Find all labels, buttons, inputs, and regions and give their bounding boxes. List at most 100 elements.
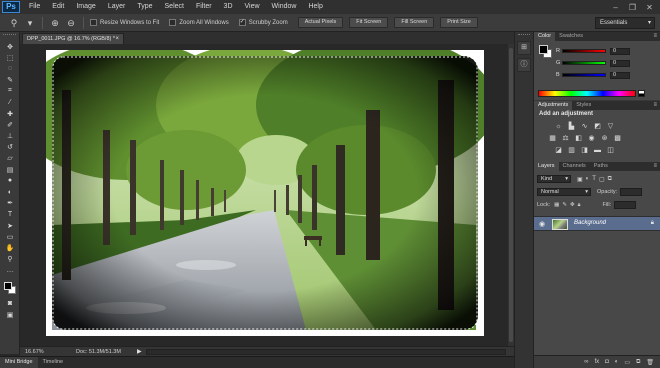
screen-mode-icon[interactable]: ▣ bbox=[0, 309, 20, 320]
photo-filter-icon[interactable]: ◉ bbox=[587, 134, 596, 143]
menu-edit[interactable]: Edit bbox=[46, 0, 70, 14]
adjustment-filter-icon[interactable]: ◐ bbox=[586, 176, 590, 183]
new-layer-icon[interactable]: ⧉ bbox=[636, 359, 640, 366]
eyedropper-tool-icon[interactable]: ⁄ bbox=[0, 97, 20, 108]
zoom-tool-icon[interactable]: ⚲ bbox=[8, 17, 20, 29]
slider-value[interactable]: 0 bbox=[610, 47, 630, 55]
tab-styles[interactable]: Styles bbox=[572, 101, 595, 110]
threshold-icon[interactable]: ◨ bbox=[580, 146, 589, 155]
panel-menu-icon[interactable]: ≡ bbox=[653, 101, 660, 110]
fill-screen-button[interactable]: Fill Screen bbox=[394, 17, 435, 28]
slider-track[interactable] bbox=[562, 73, 606, 77]
vibrance-icon[interactable]: ▽ bbox=[606, 122, 615, 131]
checkmark-icon[interactable]: ✓ bbox=[238, 19, 246, 26]
lock-all-icon[interactable]: 🔒︎ bbox=[578, 202, 581, 209]
filter-kind-select[interactable]: Kind ▾ bbox=[537, 175, 571, 183]
dodge-tool-icon[interactable]: ◐ bbox=[0, 186, 20, 197]
layer-row-background[interactable]: ◉ Background 🔒︎ bbox=[534, 216, 660, 231]
scrollbar-thumb[interactable] bbox=[509, 48, 513, 342]
panel-menu-icon[interactable]: ≡ bbox=[653, 32, 660, 41]
panel-menu-icon[interactable]: ≡ bbox=[653, 162, 660, 171]
layer-style-icon[interactable]: fx bbox=[594, 359, 599, 365]
healing-brush-icon[interactable]: ✚ bbox=[0, 108, 20, 119]
checkbox-box[interactable] bbox=[169, 19, 177, 26]
blend-mode-select[interactable]: Normal ▾ bbox=[537, 188, 591, 196]
slider-track[interactable] bbox=[562, 49, 606, 53]
hand-tool-icon[interactable]: ✋ bbox=[0, 242, 20, 253]
tab-swatches[interactable]: Swatches bbox=[555, 32, 587, 41]
more-tools-icon[interactable]: … bbox=[0, 265, 20, 276]
black-white-ramp[interactable] bbox=[638, 90, 645, 97]
panel-grip[interactable] bbox=[518, 34, 530, 38]
chevron-down-icon[interactable]: ▾ bbox=[24, 17, 36, 29]
smart-object-filter-icon[interactable]: ⧉ bbox=[608, 176, 612, 183]
tab-paths[interactable]: Paths bbox=[590, 162, 612, 171]
move-tool-icon[interactable]: ✥ bbox=[0, 41, 20, 52]
invert-icon[interactable]: ◪ bbox=[554, 146, 563, 155]
slider-green[interactable]: G 0 bbox=[556, 59, 656, 67]
blur-tool-icon[interactable]: ● bbox=[0, 175, 20, 186]
lock-position-icon[interactable]: ✥ bbox=[570, 202, 575, 208]
type-filter-icon[interactable]: T bbox=[592, 176, 596, 183]
link-layers-icon[interactable]: ∞ bbox=[584, 359, 588, 365]
zoom-out-icon[interactable]: ⊖ bbox=[65, 17, 77, 29]
status-menu-arrow-icon[interactable]: ▶ bbox=[137, 348, 142, 355]
history-brush-icon[interactable]: ↺ bbox=[0, 142, 20, 153]
curves-icon[interactable]: ∿ bbox=[580, 122, 589, 131]
menu-filter[interactable]: Filter bbox=[190, 0, 218, 14]
color-swatches[interactable] bbox=[0, 280, 20, 298]
fill-field[interactable] bbox=[614, 201, 637, 209]
fit-screen-button[interactable]: Fit Screen bbox=[349, 17, 389, 28]
tab-adjustments[interactable]: Adjustments bbox=[534, 101, 573, 110]
zoom-in-icon[interactable]: ⊕ bbox=[49, 17, 61, 29]
color-lookup-icon[interactable]: ▩ bbox=[613, 134, 622, 143]
pixel-filter-icon[interactable]: ▣ bbox=[577, 176, 583, 183]
menu-select[interactable]: Select bbox=[159, 0, 190, 14]
zoom-tool-icon[interactable]: ⚲ bbox=[0, 254, 20, 265]
lasso-tool-icon[interactable]: ◌ bbox=[0, 63, 20, 74]
menu-help[interactable]: Help bbox=[302, 0, 328, 14]
document-canvas[interactable] bbox=[46, 50, 484, 336]
delete-layer-icon[interactable]: 🗑︎ bbox=[646, 359, 654, 366]
slider-value[interactable]: 0 bbox=[610, 59, 630, 67]
resize-windows-checkbox[interactable]: Resize Windows to Fit bbox=[90, 19, 159, 26]
posterize-icon[interactable]: ▥ bbox=[567, 146, 576, 155]
layer-name[interactable]: Background bbox=[574, 220, 606, 226]
color-spectrum-ramp[interactable] bbox=[538, 90, 636, 97]
canvas-area[interactable] bbox=[20, 44, 514, 346]
slider-value[interactable]: 0 bbox=[610, 71, 630, 79]
zoom-all-windows-checkbox[interactable]: Zoom All Windows bbox=[169, 19, 229, 26]
slider-track[interactable] bbox=[562, 61, 606, 65]
crop-tool-icon[interactable]: ⌗ bbox=[0, 86, 20, 97]
exposure-icon[interactable]: ◩ bbox=[593, 122, 602, 131]
channel-mixer-icon[interactable]: ⊛ bbox=[600, 134, 609, 143]
type-tool-icon[interactable]: T bbox=[0, 209, 20, 220]
shape-filter-icon[interactable]: ▢ bbox=[599, 176, 605, 183]
new-group-icon[interactable]: ▭ bbox=[624, 359, 630, 366]
eye-icon[interactable]: ◉ bbox=[539, 220, 545, 228]
quick-mask-icon[interactable]: ◙ bbox=[0, 298, 20, 309]
history-panel-icon[interactable]: ⊞ bbox=[517, 41, 531, 55]
clone-stamp-icon[interactable]: ⊥ bbox=[0, 131, 20, 142]
foreground-color-swatch[interactable] bbox=[4, 281, 12, 290]
menu-type[interactable]: Type bbox=[131, 0, 158, 14]
new-adjustment-icon[interactable]: ◐ bbox=[615, 359, 619, 365]
menu-3d[interactable]: 3D bbox=[218, 0, 239, 14]
restore-icon[interactable]: ❐ bbox=[628, 3, 637, 12]
brush-tool-icon[interactable]: ✐ bbox=[0, 119, 20, 130]
levels-icon[interactable]: ▙ bbox=[567, 122, 576, 131]
menu-layer[interactable]: Layer bbox=[102, 0, 132, 14]
pen-tool-icon[interactable]: ✒ bbox=[0, 198, 20, 209]
zoom-level[interactable]: 16.67% bbox=[20, 349, 46, 355]
minimize-icon[interactable]: – bbox=[611, 3, 620, 12]
lock-paint-icon[interactable]: ✎ bbox=[562, 202, 567, 208]
gradient-map-icon[interactable]: ▬ bbox=[593, 146, 602, 155]
properties-panel-icon[interactable]: ⓘ bbox=[517, 58, 531, 72]
checkbox-box[interactable] bbox=[90, 19, 97, 26]
slider-red[interactable]: R 0 bbox=[556, 47, 656, 55]
print-size-button[interactable]: Print Size bbox=[440, 17, 478, 28]
tab-layers[interactable]: Layers bbox=[534, 162, 559, 171]
gradient-tool-icon[interactable]: ▤ bbox=[0, 164, 20, 175]
scrubby-zoom-checkbox[interactable]: ✓ Scrubby Zoom bbox=[238, 19, 288, 26]
add-mask-icon[interactable]: ◘ bbox=[605, 359, 609, 365]
